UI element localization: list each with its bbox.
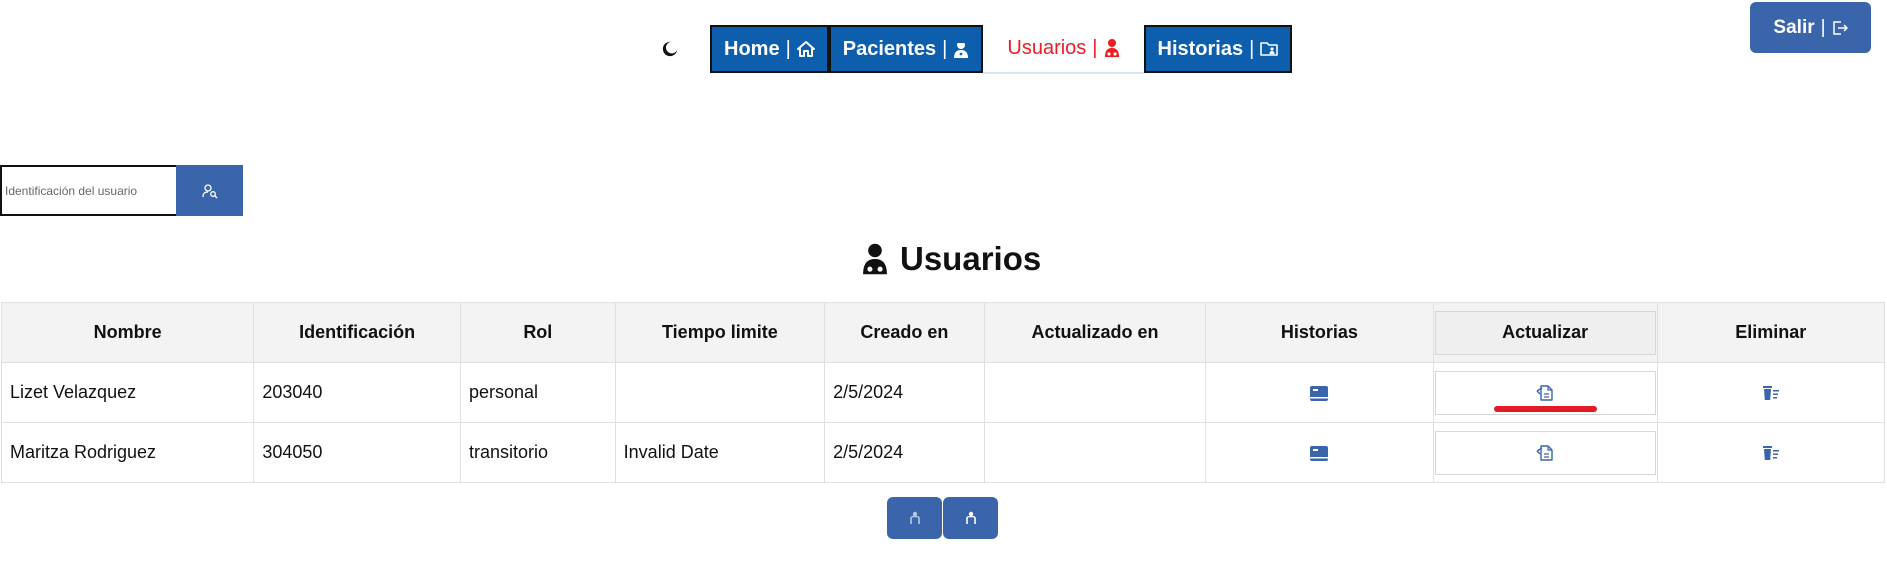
cell-identificacion: 304050 — [253, 422, 461, 483]
page-title: Usuarios — [860, 240, 1041, 278]
search-button[interactable] — [176, 165, 243, 216]
file-update-icon — [1536, 384, 1554, 402]
tab-usuarios[interactable]: Usuarios | — [983, 24, 1144, 74]
cell-nombre: Lizet Velazquez — [0, 362, 255, 423]
top-nav: Home | Pacientes | Usuarios | Historias … — [655, 24, 1293, 74]
cell-historias — [1205, 422, 1434, 483]
cell-rol: transitorio — [459, 422, 616, 483]
table-row: Maritza Rodriguez 304050 transitorio Inv… — [0, 422, 1886, 483]
column-header: Nombre — [0, 302, 255, 363]
cell-creado-en: 2/5/2024 — [824, 362, 985, 423]
user-search-icon — [201, 183, 218, 199]
cell-actualizado-en — [983, 362, 1207, 423]
cell-actualizar — [1432, 422, 1658, 483]
history-book-icon[interactable] — [1310, 445, 1329, 461]
cell-actualizado-en — [983, 422, 1207, 483]
folder-user-icon — [1260, 41, 1279, 57]
column-header-box: Actualizar — [1434, 310, 1656, 355]
column-header: Rol — [459, 302, 616, 363]
home-icon — [796, 41, 815, 57]
cell-creado-en: 2/5/2024 — [824, 422, 985, 483]
cell-identificacion: 203040 — [253, 362, 461, 423]
column-header: Creado en — [824, 302, 985, 363]
users-table: Nombre Identificación Rol Tiempo limite … — [0, 302, 1886, 483]
cell-tiempo-limite: Invalid Date — [614, 422, 826, 483]
column-header: Tiempo limite — [614, 302, 826, 363]
search-bar — [0, 165, 243, 216]
moon-icon[interactable] — [655, 34, 685, 64]
next-page-button[interactable] — [943, 497, 998, 539]
trash-icon[interactable] — [1762, 385, 1780, 401]
pagination — [887, 497, 998, 539]
tab-pacientes[interactable]: Pacientes | — [828, 25, 984, 73]
user-doctor-icon — [860, 242, 890, 276]
tab-home[interactable]: Home | — [710, 25, 829, 73]
table-header-row: Nombre Identificación Rol Tiempo limite … — [0, 302, 1886, 363]
highlight-underline — [1494, 406, 1598, 412]
cell-rol: personal — [459, 362, 616, 423]
cell-eliminar — [1656, 422, 1886, 483]
file-update-icon — [1536, 444, 1554, 462]
tab-historias[interactable]: Historias | — [1143, 25, 1293, 73]
person-next-icon — [964, 511, 978, 525]
trash-icon[interactable] — [1762, 445, 1780, 461]
tab-home-label: Home — [724, 37, 780, 60]
column-header: Historias — [1205, 302, 1434, 363]
column-header: Eliminar — [1656, 302, 1886, 363]
update-button[interactable] — [1434, 430, 1656, 475]
logout-button[interactable]: Salir | — [1750, 2, 1871, 53]
search-input[interactable] — [0, 165, 176, 216]
prev-page-button[interactable] — [887, 497, 942, 539]
user-doctor-icon — [1104, 38, 1120, 58]
column-header-actualizar: Actualizar — [1432, 302, 1658, 363]
cell-tiempo-limite — [614, 362, 826, 423]
tab-historias-label: Historias — [1157, 37, 1244, 60]
cell-eliminar — [1656, 362, 1886, 423]
history-book-icon[interactable] — [1310, 385, 1329, 401]
tab-pacientes-label: Pacientes — [842, 37, 937, 60]
tab-usuarios-label: Usuarios — [1007, 36, 1087, 59]
table-row: Lizet Velazquez 203040 personal 2/5/2024 — [0, 362, 1886, 423]
doctor-icon — [953, 39, 969, 59]
column-header: Identificación — [253, 302, 461, 363]
logout-icon — [1832, 20, 1848, 36]
cell-historias — [1205, 362, 1434, 423]
person-prev-icon — [908, 511, 922, 525]
page-title-text: Usuarios — [900, 240, 1042, 277]
cell-actualizar — [1432, 362, 1658, 423]
column-header: Actualizado en — [983, 302, 1207, 363]
logout-label: Salir — [1773, 16, 1815, 38]
cell-nombre: Maritza Rodriguez — [0, 422, 255, 483]
